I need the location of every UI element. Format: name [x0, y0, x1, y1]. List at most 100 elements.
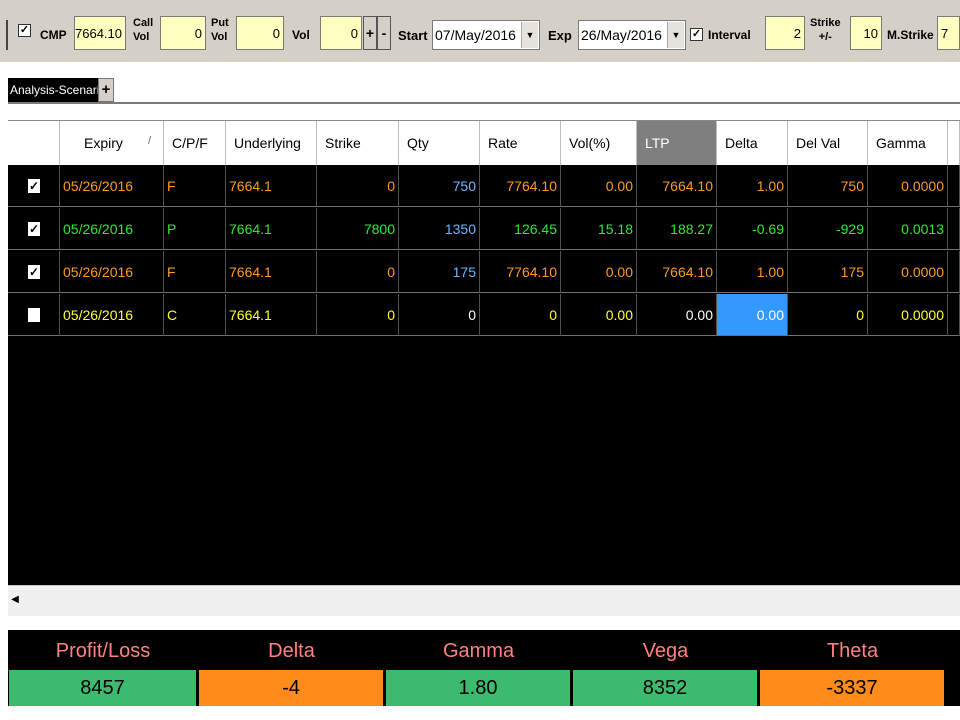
- strike-input[interactable]: 10: [850, 16, 882, 50]
- scroll-left-icon[interactable]: ◀: [8, 586, 22, 614]
- column-header-vol[interactable]: Vol(%): [561, 121, 637, 165]
- horizontal-scrollbar[interactable]: ◀: [8, 585, 960, 616]
- cell-ltp[interactable]: 7664.10: [637, 251, 717, 293]
- cell-expiry[interactable]: 05/26/2016: [60, 251, 164, 293]
- strike-label: Strike +/-: [810, 17, 841, 43]
- cell-delval[interactable]: -929: [788, 208, 868, 250]
- cell-gamma[interactable]: 0.0000: [868, 251, 948, 293]
- vol-input[interactable]: 0: [320, 16, 362, 50]
- summary-header-profit-loss: Profit/Loss: [55, 640, 151, 662]
- column-header-strike[interactable]: Strike: [317, 121, 399, 165]
- cell-gamma[interactable]: 0.0000: [868, 165, 948, 207]
- cell-ltp[interactable]: 0.00: [637, 294, 717, 336]
- cell-cpf[interactable]: C: [164, 294, 226, 336]
- summary-header-vega: Vega: [642, 640, 689, 662]
- cell-rate[interactable]: 0: [480, 294, 561, 336]
- cell-vol[interactable]: 0.00: [561, 294, 637, 336]
- cell-qty[interactable]: 1350: [399, 208, 480, 250]
- summary-value-vega: 8352: [573, 670, 757, 706]
- cell-strike[interactable]: 0: [317, 165, 399, 207]
- call-vol-label: Call Vol: [133, 17, 154, 43]
- column-header-gamma[interactable]: Gamma: [868, 121, 948, 165]
- chevron-down-icon[interactable]: ▼: [521, 22, 538, 48]
- cell-underlying[interactable]: 7664.1: [226, 165, 317, 207]
- cell-gamma[interactable]: 0.0013: [868, 208, 948, 250]
- cell-vol[interactable]: 0.00: [561, 251, 637, 293]
- put-vol-label: Put Vol: [211, 17, 229, 43]
- chevron-down-icon[interactable]: ▼: [667, 22, 684, 48]
- vol-plus-button[interactable]: +: [363, 16, 377, 50]
- mstrike-label: M.Strike: [887, 28, 934, 42]
- row-checkbox[interactable]: ✓: [28, 265, 40, 279]
- cell-underlying[interactable]: 7664.1: [226, 251, 317, 293]
- row-checkbox[interactable]: ✓: [28, 179, 40, 193]
- add-tab-button[interactable]: +: [98, 78, 114, 102]
- column-header-select[interactable]: [8, 121, 60, 165]
- interval-input[interactable]: 2: [765, 16, 805, 50]
- column-header-underlying[interactable]: Underlying: [226, 121, 317, 165]
- cell-strike[interactable]: 0: [317, 294, 399, 336]
- row-select-cell: ✓: [8, 208, 60, 250]
- cell-delta[interactable]: 0.00: [717, 294, 788, 336]
- row-select-cell: ✓: [8, 165, 60, 207]
- column-header-delval[interactable]: Del Val: [788, 121, 868, 165]
- cell-cpf[interactable]: F: [164, 165, 226, 207]
- exp-date-combo[interactable]: 26/May/2016 ▼: [578, 20, 686, 50]
- cell-qty[interactable]: 175: [399, 251, 480, 293]
- cell-rate[interactable]: 7764.10: [480, 251, 561, 293]
- row-checkbox[interactable]: [28, 308, 40, 322]
- cell-overflow: [948, 294, 960, 336]
- summary-value-profit-loss: 8457: [9, 670, 196, 706]
- cell-vol[interactable]: 15.18: [561, 208, 637, 250]
- cell-gamma[interactable]: 0.0000: [868, 294, 948, 336]
- cmp-checkbox[interactable]: ✓: [18, 24, 31, 37]
- table-row[interactable]: 05/26/2016 C 7664.1 0 0 0 0.00 0.00 0.00 0 0.0000: [8, 294, 960, 336]
- row-checkbox[interactable]: ✓: [28, 222, 40, 236]
- cell-delval[interactable]: 0: [788, 294, 868, 336]
- cell-overflow: [948, 251, 960, 293]
- column-header-cpf[interactable]: C/P/F: [164, 121, 226, 165]
- cell-ltp[interactable]: 7664.10: [637, 165, 717, 207]
- cell-delta[interactable]: -0.69: [717, 208, 788, 250]
- cell-rate[interactable]: 7764.10: [480, 165, 561, 207]
- table-row[interactable]: ✓ 05/26/2016 P 7664.1 7800 1350 126.45 15.18 188…: [8, 208, 960, 250]
- cmp-input[interactable]: 7664.10: [74, 16, 126, 50]
- tab-analysis-scenario[interactable]: Analysis-Scenario: [8, 78, 102, 102]
- cell-ltp[interactable]: 188.27: [637, 208, 717, 250]
- column-header-qty[interactable]: Qty: [399, 121, 480, 165]
- vol-minus-button[interactable]: -: [377, 16, 391, 50]
- grid-header: Expiry / C/P/F Underlying Strike Qty Rate Vol(%…: [8, 121, 960, 165]
- vol-label: Vol: [292, 28, 310, 42]
- cell-underlying[interactable]: 7664.1: [226, 294, 317, 336]
- row-select-cell: ✓: [8, 251, 60, 293]
- toolbar-grip: [6, 20, 8, 50]
- tab-strip: [0, 62, 960, 104]
- cell-qty[interactable]: 750: [399, 165, 480, 207]
- cell-rate[interactable]: 126.45: [480, 208, 561, 250]
- cell-expiry[interactable]: 05/26/2016: [60, 208, 164, 250]
- cell-cpf[interactable]: P: [164, 208, 226, 250]
- cell-delta[interactable]: 1.00: [717, 251, 788, 293]
- cell-delta[interactable]: 1.00: [717, 165, 788, 207]
- cell-strike[interactable]: 7800: [317, 208, 399, 250]
- column-header-ltp[interactable]: LTP: [637, 121, 717, 165]
- column-header-delta[interactable]: Delta: [717, 121, 788, 165]
- cell-strike[interactable]: 0: [317, 251, 399, 293]
- table-row[interactable]: ✓ 05/26/2016 F 7664.1 0 175 7764.10 0.00 7664.10…: [8, 251, 960, 293]
- start-date-combo[interactable]: 07/May/2016 ▼: [432, 20, 540, 50]
- cell-vol[interactable]: 0.00: [561, 165, 637, 207]
- cell-underlying[interactable]: 7664.1: [226, 208, 317, 250]
- mstrike-input[interactable]: 7: [937, 16, 960, 50]
- cell-expiry[interactable]: 05/26/2016: [60, 294, 164, 336]
- start-date-value: 07/May/2016: [435, 27, 516, 43]
- interval-checkbox[interactable]: ✓: [690, 28, 703, 41]
- table-row[interactable]: ✓ 05/26/2016 F 7664.1 0 750 7764.10 0.00 7664.10…: [8, 165, 960, 207]
- cell-delval[interactable]: 750: [788, 165, 868, 207]
- cell-delval[interactable]: 175: [788, 251, 868, 293]
- put-vol-input[interactable]: 0: [236, 16, 284, 50]
- cell-expiry[interactable]: 05/26/2016: [60, 165, 164, 207]
- cell-cpf[interactable]: F: [164, 251, 226, 293]
- column-header-rate[interactable]: Rate: [480, 121, 561, 165]
- call-vol-input[interactable]: 0: [160, 16, 206, 50]
- cell-qty[interactable]: 0: [399, 294, 480, 336]
